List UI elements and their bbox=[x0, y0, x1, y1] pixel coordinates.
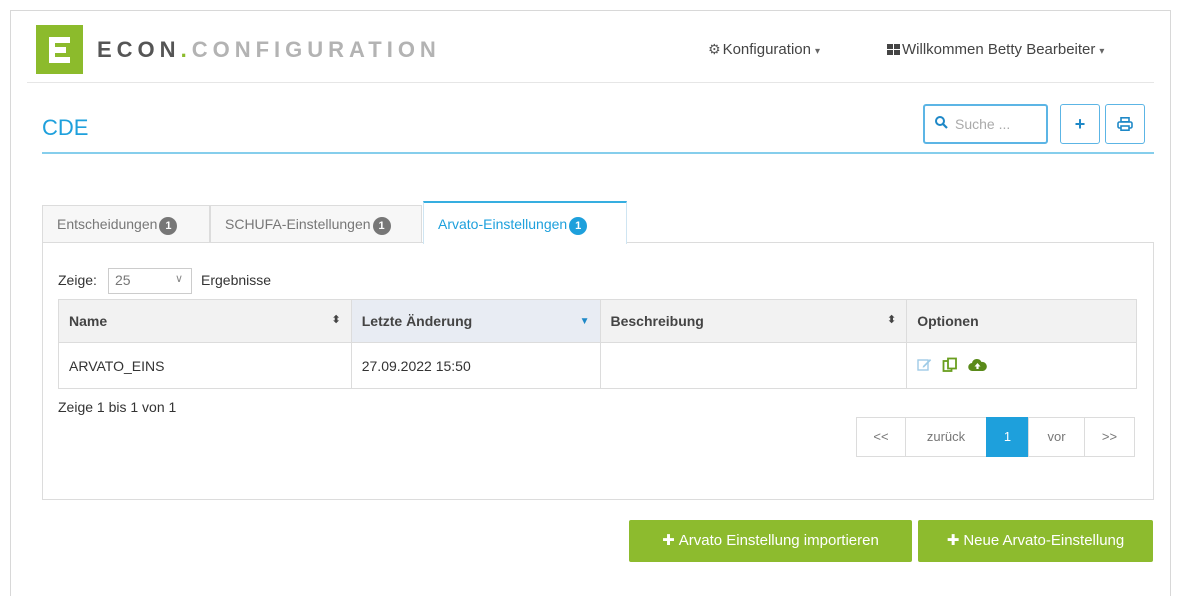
plus-icon: ✚ bbox=[662, 532, 675, 549]
config-menu[interactable]: ⚙ Konfiguration ▾ bbox=[708, 41, 820, 58]
import-arvato-setting-button[interactable]: ✚ Arvato Einstellung importieren bbox=[629, 520, 912, 562]
top-navbar: ECON.CONFIGURATION ⚙ Konfiguration ▾ Willk… bbox=[27, 25, 1154, 83]
column-header-options: Optionen bbox=[906, 299, 1137, 343]
grid-icon bbox=[887, 44, 900, 55]
column-header-name[interactable]: Name ⬍ bbox=[58, 299, 352, 343]
pagination-prev[interactable]: zurück bbox=[905, 417, 987, 457]
sort-desc-icon: ▼ bbox=[579, 316, 590, 327]
add-button[interactable]: + bbox=[1060, 104, 1100, 144]
show-label: Zeige: bbox=[58, 272, 97, 288]
plus-icon: + bbox=[1074, 114, 1086, 134]
column-header-last-change[interactable]: Letzte Änderung ▼ bbox=[350, 299, 601, 343]
pagination-last[interactable]: >> bbox=[1084, 417, 1135, 457]
settings-table: Name ⬍ Letzte Änderung ▼ Beschreibung ⬍ Opt… bbox=[58, 299, 1137, 389]
econ-logo[interactable] bbox=[36, 25, 83, 74]
count-badge: 1 bbox=[372, 217, 391, 235]
search-input[interactable] bbox=[955, 114, 1043, 134]
cloud-upload-icon[interactable] bbox=[968, 357, 987, 374]
brand-name: ECON.CONFIGURATION bbox=[97, 37, 441, 62]
pagination-first[interactable]: << bbox=[856, 417, 906, 457]
cell-last-change: 27.09.2022 15:50 bbox=[350, 342, 601, 389]
page-title: CDE bbox=[42, 115, 89, 140]
tab-schufa-einstellungen[interactable]: SCHUFA-Einstellungen 1 bbox=[210, 205, 422, 243]
plus-icon: ✚ bbox=[946, 532, 960, 549]
cell-name: ARVATO_EINS bbox=[58, 342, 352, 389]
table-header-row: Name ⬍ Letzte Änderung ▼ Beschreibung ⬍ Opt… bbox=[58, 299, 1137, 343]
user-menu[interactable]: Willkommen Betty Bearbeiter ▾ bbox=[887, 41, 1104, 58]
count-badge: 1 bbox=[569, 217, 588, 235]
gear-icon: ⚙ bbox=[708, 41, 721, 57]
cell-description bbox=[599, 342, 908, 389]
caret-down-icon: ▾ bbox=[814, 46, 820, 57]
results-info: Zeige 1 bis 1 von 1 bbox=[58, 399, 177, 415]
sort-icon: ⬍ bbox=[886, 314, 897, 326]
title-divider bbox=[42, 152, 1154, 154]
table-row: ARVATO_EINS 27.09.2022 15:50 bbox=[58, 342, 1137, 389]
page-size-select[interactable]: 25 ∨ bbox=[108, 268, 192, 294]
count-badge: 1 bbox=[159, 217, 178, 235]
new-arvato-setting-button[interactable]: ✚ Neue Arvato-Einstellung bbox=[918, 520, 1153, 562]
tab-entscheidungen[interactable]: Entscheidungen 1 bbox=[42, 205, 210, 243]
column-header-description[interactable]: Beschreibung ⬍ bbox=[599, 299, 908, 343]
results-label: Ergebnisse bbox=[201, 272, 272, 288]
pagination: << zurück 1 vor >> bbox=[856, 417, 1135, 457]
pagination-current-page[interactable]: 1 bbox=[986, 417, 1029, 457]
print-icon bbox=[1117, 116, 1133, 132]
edit-icon[interactable] bbox=[917, 357, 932, 374]
caret-down-icon: ▾ bbox=[1099, 46, 1105, 57]
tab-arvato-einstellungen[interactable]: Arvato-Einstellungen 1 bbox=[423, 201, 627, 244]
copy-icon[interactable] bbox=[942, 357, 958, 374]
cell-options bbox=[906, 342, 1137, 389]
print-button[interactable] bbox=[1105, 104, 1145, 144]
search-box[interactable] bbox=[923, 104, 1048, 144]
sort-icon: ⬍ bbox=[331, 314, 341, 326]
chevron-down-icon: ∨ bbox=[174, 273, 183, 285]
pagination-next[interactable]: vor bbox=[1028, 417, 1085, 457]
search-icon bbox=[935, 116, 948, 132]
